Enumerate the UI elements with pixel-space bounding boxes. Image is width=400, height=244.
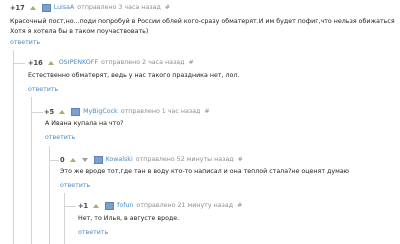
avatar[interactable]: [71, 107, 81, 116]
comment-2-text: Естественно обматерят, ведь у нас такого…: [28, 71, 239, 81]
upvote-icon[interactable]: [47, 60, 54, 65]
avatar[interactable]: [41, 3, 51, 12]
permalink[interactable]: #: [237, 202, 242, 209]
username-link[interactable]: MyBigCock: [83, 108, 118, 115]
reply-link[interactable]: ответить: [45, 134, 75, 141]
reply-link[interactable]: ответить: [28, 86, 58, 93]
comment-4-meta: 0 Kowalski отправлено 52 минуты назад #: [60, 155, 243, 164]
thread-branch: [49, 160, 59, 161]
avatar[interactable]: [105, 201, 115, 210]
comment-5-text: Нет, то Илья, в августе вроде.: [78, 214, 179, 224]
comment-text-line: Хотя я хотела бы в таком поучаствовать): [10, 27, 149, 35]
thread-line: [64, 193, 65, 244]
reply-link[interactable]: ответить: [78, 229, 108, 236]
comment-rating: 0: [60, 155, 65, 164]
username-link[interactable]: LuisaA: [54, 4, 75, 11]
comment-3-text: А Ивана купала на что?: [45, 119, 124, 129]
avatar[interactable]: [93, 155, 103, 164]
comment-rating: +17: [10, 3, 25, 12]
timestamp: отправлено 21 минуту назад: [136, 202, 234, 209]
comment-text-line: Нет, то Илья, в августе вроде.: [78, 215, 180, 222]
reply-link[interactable]: ответить: [10, 39, 40, 46]
timestamp: отправлено 52 минуты назад: [135, 156, 234, 163]
thread-line: [13, 50, 14, 244]
comment-text-line: А Ивана купала на что?: [45, 120, 124, 127]
comment-rating: +5: [44, 107, 55, 116]
upvote-icon[interactable]: [93, 203, 100, 208]
comment-text-line: Естественно обматерят, ведь у нас такого…: [28, 72, 240, 79]
username-link[interactable]: Kowalski: [106, 156, 133, 163]
timestamp: отправлено 3 часа назад: [77, 4, 161, 11]
comment-1-text: Красочный пост,но...поди попробуй в Росс…: [10, 17, 395, 36]
upvote-icon[interactable]: [29, 5, 36, 10]
thread-branch: [64, 206, 76, 207]
comment-1-meta: +17 LuisaA отправлено 3 часа назад #: [10, 3, 170, 12]
username-link[interactable]: fofun: [117, 202, 133, 209]
comment-3-meta: +5 MyBigCock отправлено 1 час назад #: [44, 107, 210, 116]
comment-rating: +1: [78, 201, 89, 210]
thread-branch: [31, 112, 43, 113]
downvote-icon[interactable]: [81, 157, 88, 162]
timestamp: отправлено 2 часа назад: [101, 59, 185, 66]
comment-text-line: Красочный пост,но...поди попробуй в Росс…: [10, 18, 395, 25]
upvote-icon[interactable]: [59, 109, 66, 114]
timestamp: отправлено 1 час назад: [120, 108, 201, 115]
permalink[interactable]: #: [189, 59, 194, 66]
comment-rating: +16: [28, 58, 43, 67]
permalink[interactable]: #: [204, 108, 209, 115]
username-link[interactable]: OSIPENKOFF: [59, 59, 98, 66]
reply-link[interactable]: ответить: [60, 182, 90, 189]
comment-text-line: Это же вроде тот,где тан в воду кто-то н…: [60, 168, 349, 175]
upvote-icon[interactable]: [69, 157, 76, 162]
thread-line: [31, 97, 32, 244]
comment-4-text: Это же вроде тот,где тан в воду кто-то н…: [60, 167, 349, 177]
comment-5-meta: +1 fofun отправлено 21 минуту назад #: [78, 201, 242, 210]
permalink[interactable]: #: [238, 156, 243, 163]
comment-2-meta: +16 OSIPENKOFF отправлено 2 часа назад #: [28, 58, 194, 67]
thread-branch: [13, 63, 25, 64]
permalink[interactable]: #: [165, 4, 170, 11]
